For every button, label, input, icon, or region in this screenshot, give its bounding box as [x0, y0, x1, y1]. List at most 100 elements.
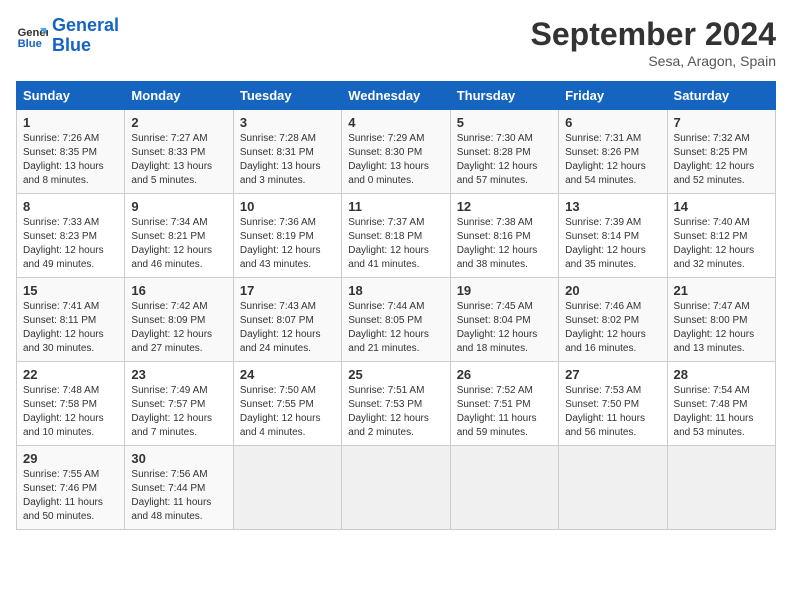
- empty-cell: [342, 446, 450, 530]
- day-number: 10: [240, 199, 335, 214]
- day-number: 20: [565, 283, 660, 298]
- logo-text-line2: Blue: [52, 36, 119, 56]
- day-info: Sunrise: 7:49 AM Sunset: 7:57 PM Dayligh…: [131, 384, 226, 440]
- day-info: Sunrise: 7:47 AM Sunset: 8:00 PM Dayligh…: [674, 300, 769, 356]
- col-header-wednesday: Wednesday: [342, 82, 450, 110]
- day-number: 19: [457, 283, 552, 298]
- day-cell-25: 25 Sunrise: 7:51 AM Sunset: 7:53 PM Dayli…: [342, 362, 450, 446]
- empty-cell: [233, 446, 341, 530]
- week-row-3: 15Sunrise: 7:41 AM Sunset: 8:11 PM Dayli…: [17, 278, 776, 362]
- day-info: Sunrise: 7:39 AM Sunset: 8:14 PM Dayligh…: [565, 216, 660, 272]
- day-info: Sunrise: 7:50 AM Sunset: 7:55 PM Dayligh…: [240, 384, 335, 440]
- day-number: 9: [131, 199, 226, 214]
- day-number: 2: [131, 115, 226, 130]
- logo-text-line1: General: [52, 16, 119, 36]
- day-cell-3: 3 Sunrise: 7:28 AM Sunset: 8:31 PM Daylig…: [233, 110, 341, 194]
- day-number: 3: [240, 115, 335, 130]
- day-cell-8: 8 Sunrise: 7:33 AM Sunset: 8:23 PM Daylig…: [17, 194, 125, 278]
- day-number: 12: [457, 199, 552, 214]
- col-header-friday: Friday: [559, 82, 667, 110]
- day-number: 30: [131, 451, 226, 466]
- day-cell-11: 11 Sunrise: 7:37 AM Sunset: 8:18 PM Dayli…: [342, 194, 450, 278]
- day-info: Sunrise: 7:27 AM Sunset: 8:33 PM Dayligh…: [131, 132, 226, 188]
- day-number: 14: [674, 199, 769, 214]
- day-info: Sunrise: 7:33 AM Sunset: 8:23 PM Dayligh…: [23, 216, 118, 272]
- day-info: Sunrise: 7:54 AM Sunset: 7:48 PM Dayligh…: [674, 384, 769, 440]
- day-info: Sunrise: 7:34 AM Sunset: 8:21 PM Dayligh…: [131, 216, 226, 272]
- day-info: Sunrise: 7:26 AM Sunset: 8:35 PM Dayligh…: [23, 132, 118, 188]
- empty-cell: [559, 446, 667, 530]
- day-number: 1: [23, 115, 118, 130]
- day-cell-5: 5 Sunrise: 7:30 AM Sunset: 8:28 PM Daylig…: [450, 110, 558, 194]
- svg-text:Blue: Blue: [18, 38, 42, 50]
- day-info: Sunrise: 7:52 AM Sunset: 7:51 PM Dayligh…: [457, 384, 552, 440]
- day-number: 21: [674, 283, 769, 298]
- calendar-table: SundayMondayTuesdayWednesdayThursdayFrid…: [16, 81, 776, 530]
- day-info: Sunrise: 7:36 AM Sunset: 8:19 PM Dayligh…: [240, 216, 335, 272]
- day-info: Sunrise: 7:31 AM Sunset: 8:26 PM Dayligh…: [565, 132, 660, 188]
- day-info: Sunrise: 7:41 AM Sunset: 8:11 PM Dayligh…: [23, 300, 118, 356]
- day-cell-15: 15Sunrise: 7:41 AM Sunset: 8:11 PM Dayli…: [17, 278, 125, 362]
- day-cell-18: 18Sunrise: 7:44 AM Sunset: 8:05 PM Dayli…: [342, 278, 450, 362]
- day-info: Sunrise: 7:43 AM Sunset: 8:07 PM Dayligh…: [240, 300, 335, 356]
- col-header-tuesday: Tuesday: [233, 82, 341, 110]
- day-info: Sunrise: 7:51 AM Sunset: 7:53 PM Dayligh…: [348, 384, 443, 440]
- day-cell-30: 30 Sunrise: 7:56 AM Sunset: 7:44 PM Dayli…: [125, 446, 233, 530]
- day-cell-13: 13 Sunrise: 7:39 AM Sunset: 8:14 PM Dayli…: [559, 194, 667, 278]
- day-number: 5: [457, 115, 552, 130]
- day-cell-22: 22Sunrise: 7:48 AM Sunset: 7:58 PM Dayli…: [17, 362, 125, 446]
- day-cell-28: 28Sunrise: 7:54 AM Sunset: 7:48 PM Dayli…: [667, 362, 775, 446]
- week-row-2: 8 Sunrise: 7:33 AM Sunset: 8:23 PM Daylig…: [17, 194, 776, 278]
- week-row-4: 22Sunrise: 7:48 AM Sunset: 7:58 PM Dayli…: [17, 362, 776, 446]
- day-number: 4: [348, 115, 443, 130]
- day-cell-12: 12 Sunrise: 7:38 AM Sunset: 8:16 PM Dayli…: [450, 194, 558, 278]
- day-number: 25: [348, 367, 443, 382]
- day-cell-2: 2 Sunrise: 7:27 AM Sunset: 8:33 PM Daylig…: [125, 110, 233, 194]
- day-number: 8: [23, 199, 118, 214]
- day-cell-6: 6 Sunrise: 7:31 AM Sunset: 8:26 PM Daylig…: [559, 110, 667, 194]
- day-info: Sunrise: 7:45 AM Sunset: 8:04 PM Dayligh…: [457, 300, 552, 356]
- day-cell-27: 27 Sunrise: 7:53 AM Sunset: 7:50 PM Dayli…: [559, 362, 667, 446]
- day-number: 27: [565, 367, 660, 382]
- logo: General Blue General Blue: [16, 16, 119, 56]
- day-number: 11: [348, 199, 443, 214]
- day-cell-16: 16Sunrise: 7:42 AM Sunset: 8:09 PM Dayli…: [125, 278, 233, 362]
- day-info: Sunrise: 7:37 AM Sunset: 8:18 PM Dayligh…: [348, 216, 443, 272]
- day-cell-29: 29Sunrise: 7:55 AM Sunset: 7:46 PM Dayli…: [17, 446, 125, 530]
- day-info: Sunrise: 7:32 AM Sunset: 8:25 PM Dayligh…: [674, 132, 769, 188]
- day-number: 6: [565, 115, 660, 130]
- day-number: 24: [240, 367, 335, 382]
- col-header-thursday: Thursday: [450, 82, 558, 110]
- day-info: Sunrise: 7:38 AM Sunset: 8:16 PM Dayligh…: [457, 216, 552, 272]
- day-cell-21: 21 Sunrise: 7:47 AM Sunset: 8:00 PM Dayli…: [667, 278, 775, 362]
- day-cell-4: 4 Sunrise: 7:29 AM Sunset: 8:30 PM Daylig…: [342, 110, 450, 194]
- day-info: Sunrise: 7:28 AM Sunset: 8:31 PM Dayligh…: [240, 132, 335, 188]
- day-info: Sunrise: 7:29 AM Sunset: 8:30 PM Dayligh…: [348, 132, 443, 188]
- day-cell-20: 20Sunrise: 7:46 AM Sunset: 8:02 PM Dayli…: [559, 278, 667, 362]
- month-title: September 2024: [531, 16, 776, 53]
- day-number: 7: [674, 115, 769, 130]
- title-block: September 2024 Sesa, Aragon, Spain: [531, 16, 776, 69]
- day-number: 13: [565, 199, 660, 214]
- day-cell-24: 24 Sunrise: 7:50 AM Sunset: 7:55 PM Dayli…: [233, 362, 341, 446]
- day-number: 26: [457, 367, 552, 382]
- day-cell-7: 7 Sunrise: 7:32 AM Sunset: 8:25 PM Daylig…: [667, 110, 775, 194]
- day-cell-26: 26 Sunrise: 7:52 AM Sunset: 7:51 PM Dayli…: [450, 362, 558, 446]
- day-info: Sunrise: 7:30 AM Sunset: 8:28 PM Dayligh…: [457, 132, 552, 188]
- day-cell-19: 19 Sunrise: 7:45 AM Sunset: 8:04 PM Dayli…: [450, 278, 558, 362]
- day-info: Sunrise: 7:53 AM Sunset: 7:50 PM Dayligh…: [565, 384, 660, 440]
- empty-cell: [667, 446, 775, 530]
- day-info: Sunrise: 7:42 AM Sunset: 8:09 PM Dayligh…: [131, 300, 226, 356]
- empty-cell: [450, 446, 558, 530]
- logo-icon: General Blue: [16, 20, 48, 52]
- page-header: General Blue General Blue September 2024…: [16, 16, 776, 69]
- day-number: 22: [23, 367, 118, 382]
- day-number: 29: [23, 451, 118, 466]
- day-cell-10: 10 Sunrise: 7:36 AM Sunset: 8:19 PM Dayli…: [233, 194, 341, 278]
- week-row-1: 1 Sunrise: 7:26 AM Sunset: 8:35 PM Daylig…: [17, 110, 776, 194]
- day-cell-17: 17Sunrise: 7:43 AM Sunset: 8:07 PM Dayli…: [233, 278, 341, 362]
- day-info: Sunrise: 7:40 AM Sunset: 8:12 PM Dayligh…: [674, 216, 769, 272]
- day-info: Sunrise: 7:56 AM Sunset: 7:44 PM Dayligh…: [131, 468, 226, 524]
- column-headers: SundayMondayTuesdayWednesdayThursdayFrid…: [17, 82, 776, 110]
- col-header-monday: Monday: [125, 82, 233, 110]
